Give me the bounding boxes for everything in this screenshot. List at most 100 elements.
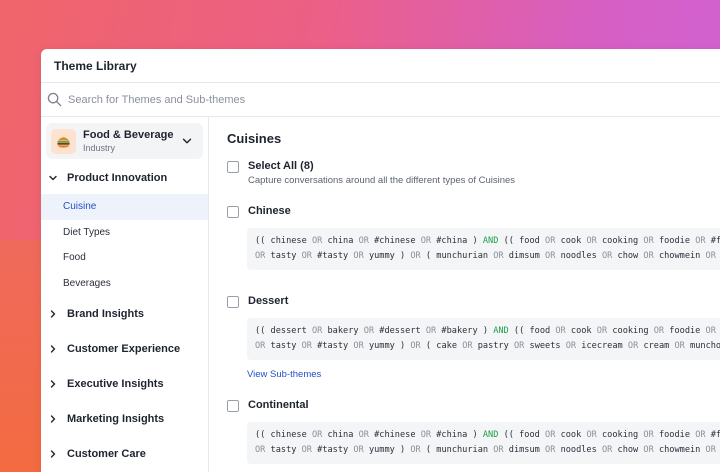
or-operator: OR bbox=[358, 430, 369, 440]
sidebar-item-diet-types[interactable]: Diet Types bbox=[46, 220, 203, 246]
or-operator: OR bbox=[643, 430, 654, 440]
select-all-row: Select All (8) Capture conversations aro… bbox=[227, 160, 720, 186]
chevron-right-icon bbox=[50, 414, 56, 423]
or-operator: OR bbox=[601, 445, 613, 455]
or-operator: OR bbox=[255, 251, 266, 261]
theme-label: Continental bbox=[248, 399, 309, 411]
and-operator: AND bbox=[482, 236, 499, 246]
theme-checkbox-dessert[interactable] bbox=[227, 296, 239, 308]
chevron-right-icon bbox=[50, 344, 56, 353]
or-operator: OR bbox=[311, 430, 323, 440]
sidebar-item-cuisine[interactable]: Cuisine bbox=[41, 194, 208, 220]
or-operator: OR bbox=[410, 341, 421, 351]
select-all-checkbox[interactable] bbox=[227, 161, 239, 173]
query-line: (( dessert OR bakery OR #dessert OR #bak… bbox=[255, 326, 716, 336]
sidebar-group-executive-insights[interactable]: Executive Insights bbox=[46, 366, 203, 401]
or-operator: OR bbox=[513, 341, 525, 351]
or-operator: OR bbox=[596, 326, 608, 336]
search-bar bbox=[41, 83, 720, 117]
search-input[interactable] bbox=[68, 93, 468, 106]
sidebar-group-product-innovation[interactable]: Product Innovation bbox=[46, 162, 203, 194]
content-body: Food & Beverage Industry Product Innovat… bbox=[41, 117, 720, 472]
or-operator: OR bbox=[358, 236, 369, 246]
theme-checkbox-continental[interactable] bbox=[227, 400, 239, 412]
or-operator: OR bbox=[425, 326, 437, 336]
sidebar-group-marketing-insights[interactable]: Marketing Insights bbox=[46, 401, 203, 436]
or-operator: OR bbox=[555, 326, 566, 336]
theme-label: Dessert bbox=[248, 295, 289, 307]
sidebar-group-label: Product Innovation bbox=[67, 172, 168, 184]
theme-item-dessert: Dessert (( dessert OR bakery OR #dessert… bbox=[227, 295, 720, 382]
sidebar-group-label: Executive Insights bbox=[67, 377, 164, 390]
theme-label: Chinese bbox=[248, 205, 291, 217]
sidebar-group-customer-experience[interactable]: Customer Experience bbox=[46, 331, 203, 366]
and-operator: AND bbox=[493, 326, 509, 336]
or-operator: OR bbox=[643, 251, 654, 261]
sidebar-group-label: Marketing Insights bbox=[67, 412, 165, 425]
or-operator: OR bbox=[493, 251, 504, 261]
or-operator: OR bbox=[643, 445, 654, 455]
theme-item-chinese: Chinese (( chinese OR china OR #chinese … bbox=[227, 205, 720, 270]
or-operator: OR bbox=[353, 251, 364, 261]
or-operator: OR bbox=[643, 236, 654, 246]
or-operator: OR bbox=[674, 341, 685, 351]
chevron-down-icon[interactable] bbox=[180, 134, 194, 148]
query-line: OR tasty OR #tasty OR yummy ) OR ( munch… bbox=[255, 445, 716, 455]
window-title: Theme Library bbox=[54, 58, 137, 73]
or-operator: OR bbox=[493, 445, 504, 455]
main-panel: Cuisines Select All (8) Capture conversa… bbox=[209, 117, 720, 472]
or-operator: OR bbox=[255, 341, 266, 351]
or-operator: OR bbox=[601, 251, 613, 261]
or-operator: OR bbox=[586, 430, 597, 440]
or-operator: OR bbox=[545, 445, 556, 455]
or-operator: OR bbox=[586, 236, 597, 246]
or-operator: OR bbox=[545, 430, 556, 440]
select-all-description: Capture conversations around all the dif… bbox=[248, 175, 516, 186]
sidebar-group-customer-care[interactable]: Customer Care bbox=[46, 436, 203, 471]
or-operator: OR bbox=[705, 251, 716, 261]
or-operator: OR bbox=[363, 326, 375, 336]
or-operator: OR bbox=[301, 341, 312, 351]
sidebar: Food & Beverage Industry Product Innovat… bbox=[41, 117, 209, 472]
theme-checkbox-chinese[interactable] bbox=[227, 206, 239, 218]
query-line: OR tasty OR #tasty OR yummy ) OR ( munch… bbox=[255, 251, 716, 261]
sidebar-item-beverages[interactable]: Beverages bbox=[46, 271, 203, 297]
or-operator: OR bbox=[353, 445, 364, 455]
or-operator: OR bbox=[353, 341, 364, 351]
sidebar-group-label: Customer Experience bbox=[67, 342, 181, 355]
sidebar-group-brand-insights[interactable]: Brand Insights bbox=[46, 296, 203, 331]
or-operator: OR bbox=[705, 326, 716, 336]
or-operator: OR bbox=[311, 326, 323, 336]
sidebar-item-food[interactable]: Food bbox=[46, 245, 203, 271]
or-operator: OR bbox=[545, 251, 556, 261]
or-operator: OR bbox=[311, 236, 323, 246]
or-operator: OR bbox=[695, 236, 706, 246]
industry-selector[interactable]: Food & Beverage Industry bbox=[46, 123, 203, 159]
or-operator: OR bbox=[255, 445, 266, 455]
search-icon bbox=[47, 92, 62, 107]
sidebar-group-label: Customer Care bbox=[67, 447, 146, 460]
burger-icon bbox=[51, 128, 76, 154]
query-box: (( chinese OR china OR #chinese OR #chin… bbox=[247, 422, 720, 464]
query-line: (( chinese OR china OR #chinese OR #chin… bbox=[255, 236, 720, 246]
chevron-right-icon bbox=[50, 379, 56, 388]
or-operator: OR bbox=[420, 430, 432, 440]
or-operator: OR bbox=[420, 236, 432, 246]
select-all-label: Select All (8) bbox=[248, 160, 314, 172]
query-line: OR tasty OR #tasty OR yummy ) OR ( cake … bbox=[255, 341, 720, 351]
industry-type: Industry bbox=[83, 142, 116, 153]
sidebar-group-label: Brand Insights bbox=[67, 307, 145, 320]
chevron-down-icon bbox=[49, 175, 57, 181]
or-operator: OR bbox=[410, 445, 421, 455]
query-box: (( chinese OR china OR #chinese OR #chin… bbox=[247, 228, 720, 270]
or-operator: OR bbox=[705, 445, 716, 455]
chevron-right-icon bbox=[50, 449, 56, 458]
and-operator: AND bbox=[482, 430, 499, 440]
or-operator: OR bbox=[301, 251, 312, 261]
query-line: (( chinese OR china OR #chinese OR #chin… bbox=[255, 430, 720, 440]
view-sub-themes-link[interactable]: View Sub-themes bbox=[247, 369, 321, 380]
theme-library-window: Theme Library Food & Beverage bbox=[41, 49, 720, 472]
query-box: (( dessert OR bakery OR #dessert OR #bak… bbox=[247, 318, 720, 360]
industry-name: Food & Beverage bbox=[83, 128, 174, 141]
or-operator: OR bbox=[565, 341, 577, 351]
